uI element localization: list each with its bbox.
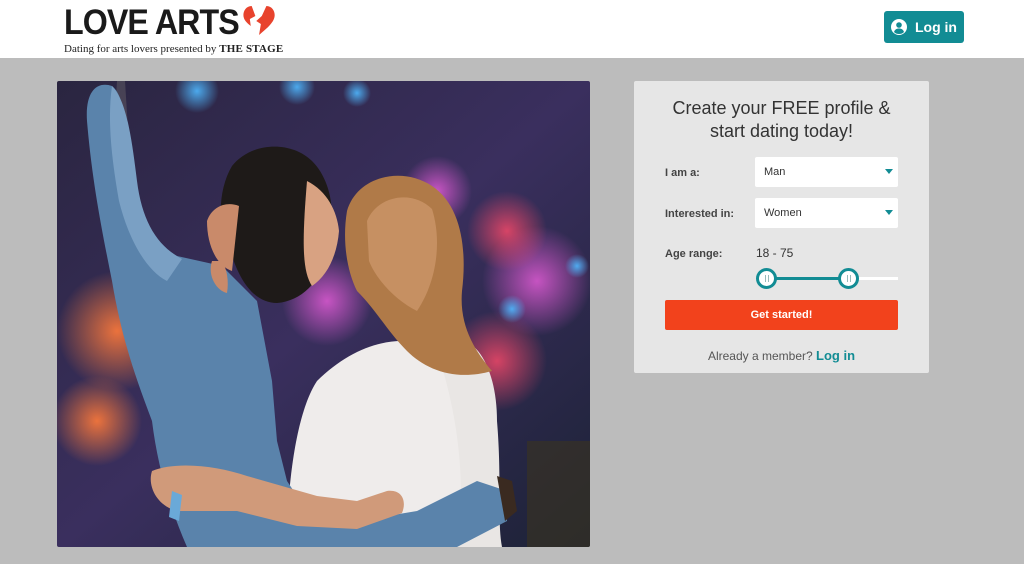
- logo-wordmark: LOVE ARTS: [64, 4, 276, 42]
- logo-tagline-text: Dating for arts lovers presented by: [64, 43, 217, 55]
- interested-select[interactable]: Women: [755, 198, 898, 228]
- age-range-value: 18 - 75: [756, 246, 794, 260]
- chevron-down-icon: [885, 210, 893, 215]
- signup-card: Create your FREE profile & start dating …: [634, 81, 929, 373]
- login-button-label: Log in: [915, 19, 957, 35]
- slider-max-handle[interactable]: [838, 268, 859, 289]
- logo-title-text: LOVE ARTS: [64, 3, 240, 42]
- signup-title-line1: Create your FREE profile &: [672, 98, 891, 118]
- hero-couple-photo: [57, 81, 590, 547]
- slider-fill: [766, 277, 848, 280]
- user-circle-icon: [891, 19, 907, 35]
- get-started-button[interactable]: Get started!: [665, 300, 898, 330]
- slider-min-handle[interactable]: [756, 268, 777, 289]
- age-range-label: Age range:: [665, 248, 723, 260]
- logo-tagline: Dating for arts lovers presented by THE …: [64, 43, 294, 55]
- member-login-prompt: Already a member? Log in: [634, 348, 929, 363]
- iam-label: I am a:: [665, 167, 700, 179]
- signup-title: Create your FREE profile & start dating …: [634, 97, 929, 143]
- header-login-button[interactable]: Log in: [884, 11, 964, 43]
- member-login-link[interactable]: Log in: [816, 348, 855, 363]
- love-arts-logo[interactable]: LOVE ARTS Dating for arts lovers present…: [64, 4, 294, 55]
- iam-select-value: Man: [764, 166, 786, 178]
- iam-select[interactable]: Man: [755, 157, 898, 187]
- age-range-slider[interactable]: [756, 267, 898, 289]
- interested-select-value: Women: [764, 207, 802, 219]
- site-header: LOVE ARTS Dating for arts lovers present…: [0, 0, 1024, 58]
- interested-label: Interested in:: [665, 208, 735, 220]
- heart-logo-icon: [242, 4, 275, 42]
- chevron-down-icon: [885, 169, 893, 174]
- logo-tagline-brand: THE STAGE: [219, 43, 284, 55]
- member-text: Already a member?: [707, 349, 813, 363]
- signup-title-line2: start dating today!: [709, 121, 854, 141]
